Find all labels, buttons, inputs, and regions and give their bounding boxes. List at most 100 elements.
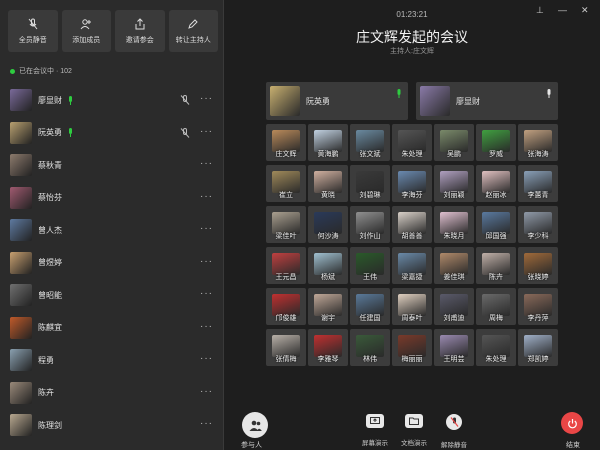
participant-tile[interactable]: 林伟 [350, 329, 390, 366]
participant-tile[interactable]: 胡善善 [392, 206, 432, 243]
participant-row[interactable]: 陈麒宜 ··· [0, 312, 224, 345]
more-options-icon[interactable]: ··· [200, 126, 213, 137]
participant-tile[interactable]: 任建国 [350, 288, 390, 325]
participant-row[interactable]: 陈卉 ··· [0, 377, 224, 410]
users-icon [249, 420, 262, 431]
participant-name: 陈理剑 [38, 420, 62, 430]
participant-row[interactable]: 曾人杰 ··· [0, 214, 224, 247]
invite-button[interactable]: 邀请参会 [115, 10, 165, 52]
meeting-status: 已在会议中 · 102 [10, 66, 72, 76]
speaker-name: 廖显财 [456, 96, 480, 106]
more-options-icon[interactable]: ··· [200, 191, 213, 202]
unmute-label: 解除静音 [441, 442, 467, 449]
active-speaker-tile[interactable]: 廖显财 [416, 82, 558, 120]
participant-tile[interactable]: 陈卉 [476, 247, 516, 284]
participant-tile[interactable]: 崔立 [266, 165, 306, 202]
participant-tile[interactable]: 李丹萍 [518, 288, 558, 325]
participant-tile[interactable]: 刘碧琳 [350, 165, 390, 202]
participant-name: 阮英勇 [38, 128, 62, 138]
participant-tile[interactable]: 王明芸 [434, 329, 474, 366]
tile-name: 黄晓 [321, 192, 335, 199]
participant-tile[interactable]: 周梅 [476, 288, 516, 325]
participant-row[interactable]: 曾昭能 ··· [0, 279, 224, 312]
participant-tile[interactable]: 谢宇 [308, 288, 348, 325]
participant-tile[interactable]: 李蕙青 [518, 165, 558, 202]
pin-icon[interactable]: ⊥ [536, 5, 544, 16]
participant-tile[interactable]: 李海芬 [392, 165, 432, 202]
mute-all-button[interactable]: 全员静音 [8, 10, 58, 52]
participant-row[interactable]: 陈理剑 ··· [0, 409, 224, 442]
close-icon[interactable]: ✕ [581, 5, 589, 16]
doc-share-label: 文档演示 [401, 440, 427, 447]
tile-name: 黄海鹏 [317, 151, 339, 158]
tile-name: 刘碧琳 [359, 192, 381, 199]
participant-tile[interactable]: 邱国强 [476, 206, 516, 243]
participant-tile[interactable]: 王元昌 [266, 247, 306, 284]
participant-tile[interactable]: 梅丽丽 [392, 329, 432, 366]
participant-tile[interactable]: 梁佳叶 [266, 206, 306, 243]
tile-name: 谢宇 [321, 315, 335, 322]
end-meeting-button[interactable] [561, 412, 583, 434]
tile-name: 刘丽颖 [443, 192, 465, 199]
more-options-icon[interactable]: ··· [200, 223, 213, 234]
active-speaker-tile[interactable]: 阮英勇 [266, 82, 408, 120]
participant-tile[interactable]: 吴鹏 [434, 124, 474, 161]
participants-button[interactable] [242, 412, 268, 438]
participant-tile[interactable]: 杨斌 [308, 247, 348, 284]
participant-tile[interactable]: 何沙涛 [308, 206, 348, 243]
more-options-icon[interactable]: ··· [200, 321, 213, 332]
participant-row[interactable]: 蔡秋青 ··· [0, 149, 224, 182]
more-options-icon[interactable]: ··· [200, 418, 213, 429]
participant-tile[interactable]: 张倩梅 [266, 329, 306, 366]
participant-tile[interactable]: 张文斌 [350, 124, 390, 161]
transfer-host-button[interactable]: 转让主持人 [168, 10, 218, 52]
participant-tile[interactable]: 赵丽冰 [476, 165, 516, 202]
participant-tile[interactable]: 黄海鹏 [308, 124, 348, 161]
participant-row[interactable]: 蔡怡芬 ··· [0, 182, 224, 215]
participant-tile[interactable]: 李少科 [518, 206, 558, 243]
participant-tile[interactable]: 郑凯婷 [518, 329, 558, 366]
participant-tile[interactable]: 梁嘉捷 [392, 247, 432, 284]
tile-name: 梁嘉捷 [401, 274, 423, 281]
add-member-button[interactable]: 添加成员 [61, 10, 111, 52]
tile-name: 陈卉 [489, 274, 503, 281]
participant-tile[interactable]: 刘丽颖 [434, 165, 474, 202]
participant-tile[interactable]: 刘甫迪 [434, 288, 474, 325]
participant-tile[interactable]: 邝俊雄 [266, 288, 306, 325]
participant-tile[interactable]: 庄文辉 [266, 124, 306, 161]
avatar [10, 251, 32, 274]
doc-share-button[interactable]: 文档演示 [394, 414, 434, 447]
participant-tile[interactable]: 张晓婷 [518, 247, 558, 284]
mic-off-icon[interactable] [180, 127, 190, 138]
screen-share-button[interactable]: 屏幕演示 [355, 414, 395, 447]
participant-row[interactable]: 程勇 ··· [0, 344, 224, 377]
participant-tile[interactable]: 周泰叶 [392, 288, 432, 325]
more-options-icon[interactable]: ··· [200, 158, 213, 169]
minimize-icon[interactable]: — [558, 5, 567, 15]
participant-tile[interactable]: 刘作山 [350, 206, 390, 243]
participant-tile[interactable]: 朱晓月 [434, 206, 474, 243]
participant-row[interactable]: 廖显财 ··· [0, 84, 224, 117]
avatar [10, 121, 32, 144]
unmute-button[interactable]: 解除静音 [434, 414, 474, 449]
more-options-icon[interactable]: ··· [200, 353, 213, 364]
participant-tile[interactable]: 张海涛 [518, 124, 558, 161]
tile-name: 吴鹏 [447, 151, 461, 158]
participant-tile[interactable]: 黄晓 [308, 165, 348, 202]
more-options-icon[interactable]: ··· [200, 93, 213, 104]
tile-name: 张晓婷 [527, 274, 549, 281]
tile-name: 林伟 [363, 356, 377, 363]
more-options-icon[interactable]: ··· [200, 256, 213, 267]
participant-tile[interactable]: 罗威 [476, 124, 516, 161]
participant-tile[interactable]: 王伟 [350, 247, 390, 284]
participant-row[interactable]: 阮英勇 ··· [0, 117, 224, 150]
participant-tile[interactable]: 朱处理 [392, 124, 432, 161]
more-options-icon[interactable]: ··· [200, 386, 213, 397]
participant-tile[interactable]: 姜佳琪 [434, 247, 474, 284]
participant-row[interactable]: 曾煜婷 ··· [0, 247, 224, 280]
participant-tile[interactable]: 朱处理 [476, 329, 516, 366]
avatar [10, 414, 32, 437]
more-options-icon[interactable]: ··· [200, 288, 213, 299]
mic-off-icon[interactable] [180, 95, 190, 105]
participant-tile[interactable]: 李雅琴 [308, 329, 348, 366]
